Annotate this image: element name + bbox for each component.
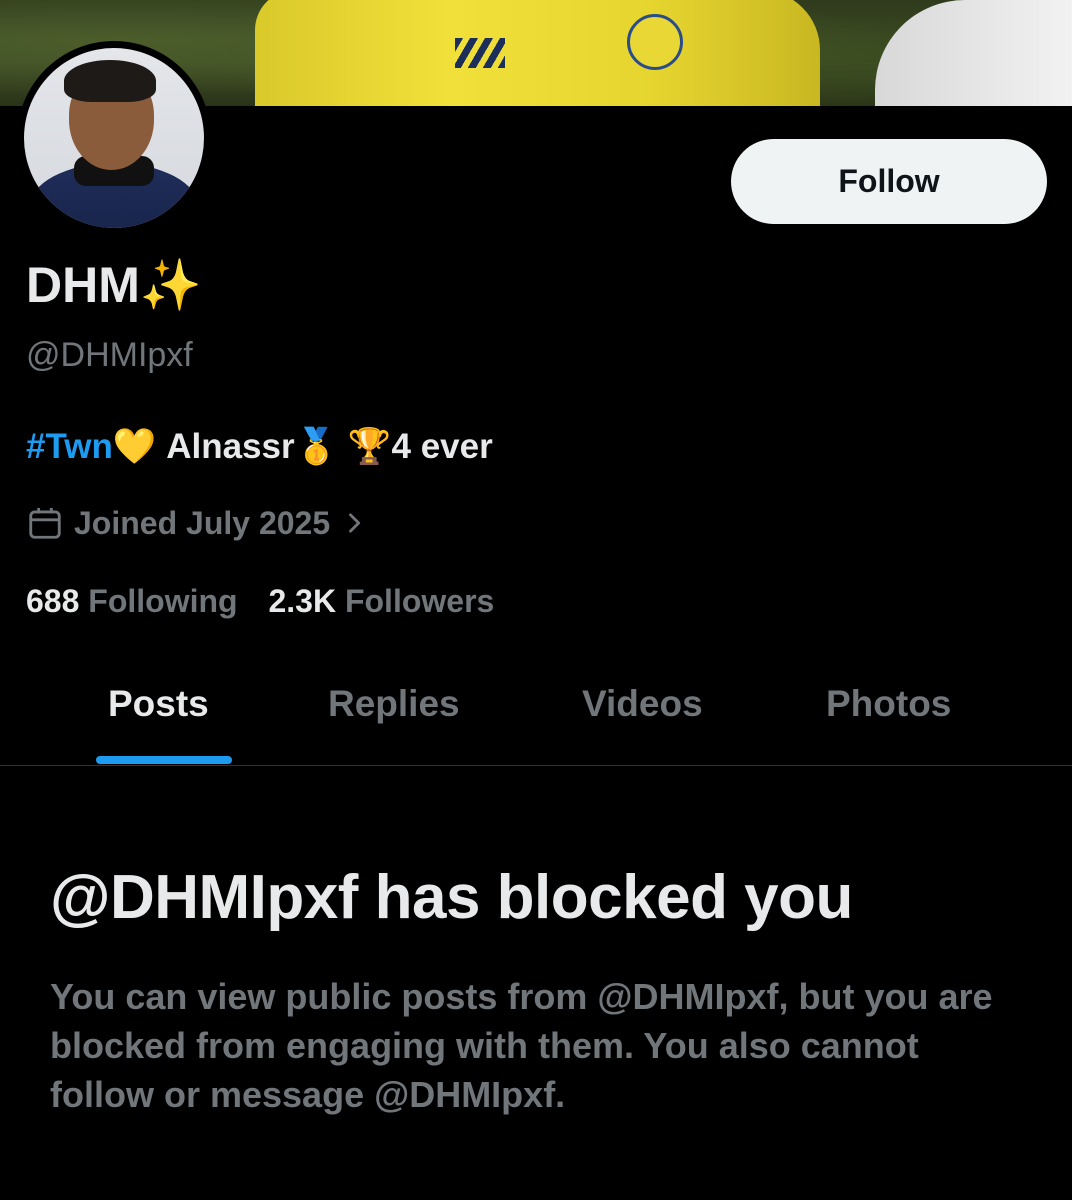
jersey-stripes	[455, 38, 505, 68]
active-tab-indicator	[96, 756, 232, 764]
tab-posts[interactable]: Posts	[108, 683, 209, 725]
profile-handle: @DHMIpxf	[26, 336, 193, 374]
follow-button[interactable]: Follow	[731, 139, 1047, 224]
following-link[interactable]: 688 Following	[26, 583, 238, 619]
profile-tabs: Posts Replies Videos Photos	[0, 665, 1072, 766]
avatar-photo	[24, 48, 204, 228]
profile-bio: #Twn💛 Alnassr🥇 🏆4 ever	[26, 426, 493, 467]
bio-text-club: Alnassr	[166, 427, 295, 466]
bio-text-ever: 4 ever	[391, 427, 493, 466]
display-name-text: DHM	[26, 257, 140, 313]
following-label: Following	[88, 583, 238, 619]
joined-date-row[interactable]: Joined July 2025	[26, 504, 368, 542]
blocked-message: You can view public posts from @DHMIpxf,…	[50, 976, 993, 1115]
follow-stats: 688 Following 2.3K Followers	[26, 583, 516, 620]
bio-hashtag-link[interactable]: #Twn	[26, 427, 113, 466]
avatar-hair	[64, 60, 156, 102]
tab-videos[interactable]: Videos	[582, 683, 703, 725]
heart-emoji: 💛	[112, 427, 157, 466]
blocked-title: @DHMIpxf has blocked you	[50, 863, 853, 932]
followers-link[interactable]: 2.3K Followers	[268, 583, 494, 619]
chevron-right-icon	[340, 509, 368, 537]
medal-emoji: 🥇	[294, 427, 339, 466]
trophy-emoji: 🏆	[347, 427, 392, 466]
tab-replies[interactable]: Replies	[328, 683, 460, 725]
display-name: DHM✨	[26, 256, 202, 315]
joined-date: Joined July 2025	[74, 504, 331, 541]
followers-count: 2.3K	[268, 583, 337, 619]
tab-photos[interactable]: Photos	[826, 683, 951, 725]
sparkles-emoji: ✨	[139, 257, 203, 313]
banner-jersey	[255, 0, 820, 106]
calendar-icon	[26, 504, 64, 542]
following-count: 688	[26, 583, 80, 619]
avatar[interactable]	[17, 41, 211, 235]
followers-label: Followers	[344, 583, 495, 619]
club-crest	[627, 14, 683, 70]
